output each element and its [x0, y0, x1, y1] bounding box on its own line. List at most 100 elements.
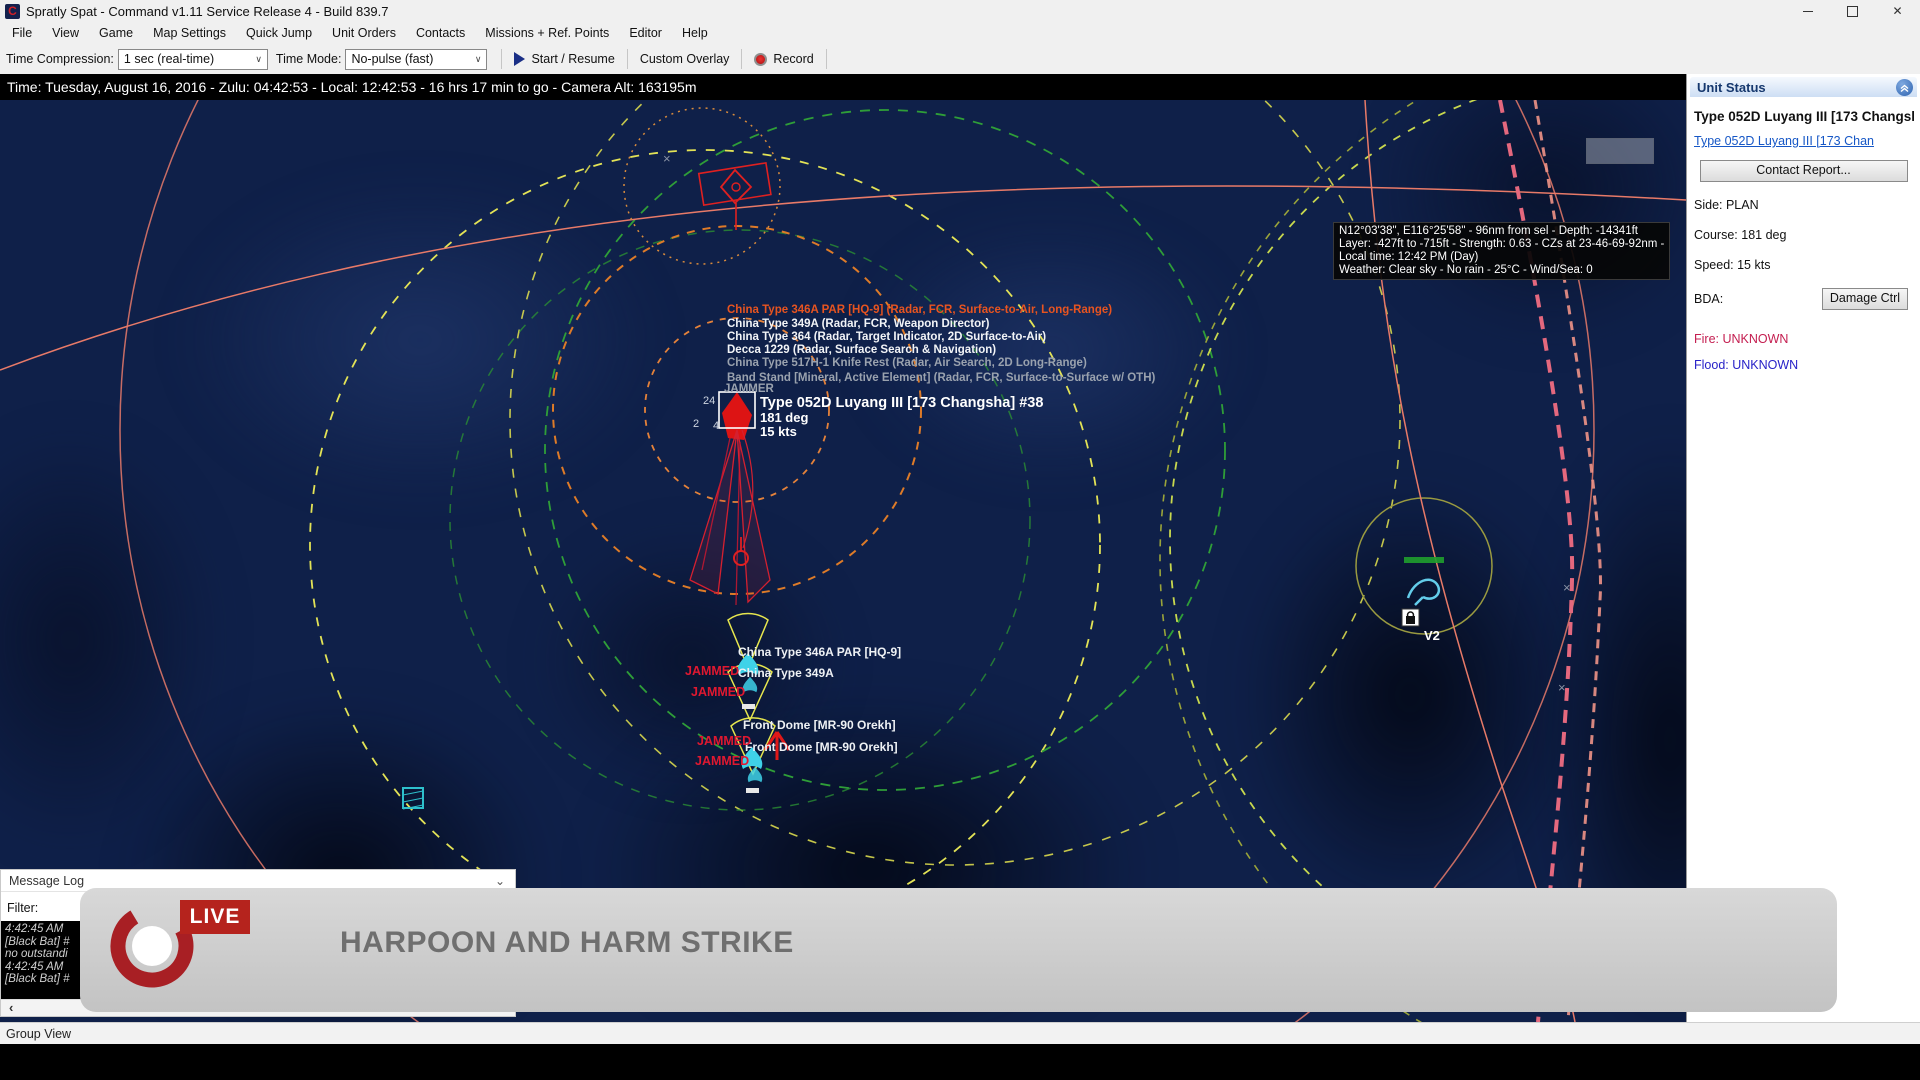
custom-overlay-label: Custom Overlay	[640, 52, 730, 66]
live-badge: LIVE	[180, 900, 250, 934]
log-entry: 4:42:45 AM	[5, 961, 83, 974]
unit-status-header[interactable]: Unit Status	[1690, 77, 1917, 97]
sensor-line: China Type 517H-1 Knife Rest (Radar, Air…	[727, 357, 1087, 369]
toolbar-separator	[826, 49, 827, 69]
menu-item-map-settings[interactable]: Map Settings	[143, 22, 236, 44]
menu-item-help[interactable]: Help	[672, 22, 718, 44]
map-overlay-artifact	[1586, 138, 1654, 164]
scroll-left-icon[interactable]: ‹	[9, 1001, 13, 1015]
tooltip-line: Layer: -427ft to -715ft - Strength: 0.63…	[1339, 238, 1664, 251]
window-controls: ✕	[1785, 0, 1920, 22]
toolbar-separator	[627, 49, 628, 69]
start-resume-button[interactable]: Start / Resume	[508, 52, 620, 66]
selected-unit-speed-label: 15 kts	[760, 424, 797, 439]
sensor-line: China Type 349A (Radar, FCR, Weapon Dire…	[727, 318, 990, 330]
menu-item-unit-orders[interactable]: Unit Orders	[322, 22, 406, 44]
reference-point-icon[interactable]	[1402, 609, 1419, 626]
close-button[interactable]: ✕	[1875, 0, 1920, 22]
menu-item-contacts[interactable]: Contacts	[406, 22, 475, 44]
hostile-contact-dot	[732, 183, 740, 191]
depth-mark: 2	[693, 418, 699, 430]
sensor-line: Band Stand [Mineral, Active Element] (Ra…	[727, 372, 1156, 384]
unit-title: Type 052D Luyang III [173 Changsh	[1694, 109, 1914, 124]
jammed-label: JAMMED	[691, 685, 745, 699]
chevron-down-icon: ∨	[467, 54, 482, 65]
flood-status: Flood: UNKNOWN	[1694, 358, 1920, 372]
log-entry: [Black Bat] #	[5, 936, 83, 949]
tooltip-line: Weather: Clear sky - No rain - 25°C - Wi…	[1339, 264, 1664, 277]
sensor-wedge-red	[690, 430, 737, 594]
menu-item-missions-ref-points[interactable]: Missions + Ref. Points	[475, 22, 619, 44]
time-status-bar: Time: Tuesday, August 16, 2016 - Zulu: 0…	[0, 74, 1686, 100]
menu-item-view[interactable]: View	[42, 22, 89, 44]
message-log-entries[interactable]: 4:42:45 AM [Black Bat] # no outstandi 4:…	[1, 921, 83, 1001]
unit-marker	[742, 704, 755, 709]
unit-database-link[interactable]: Type 052D Luyang III [173 Chan	[1694, 134, 1914, 148]
custom-overlay-button[interactable]: Custom Overlay	[634, 52, 736, 66]
sensor-line-jammer: JAMMER	[724, 383, 775, 395]
contact-range-ring	[624, 108, 780, 264]
time-mode-value: No-pulse (fast)	[351, 52, 433, 66]
time-status-text: Time: Tuesday, August 16, 2016 - Zulu: 0…	[7, 79, 697, 95]
chevron-down-icon[interactable]: ⌄	[495, 874, 505, 888]
menu-item-game[interactable]: Game	[89, 22, 143, 44]
time-compression-value: 1 sec (real-time)	[124, 52, 214, 66]
range-ring-olive-small	[1356, 498, 1492, 634]
range-ring-green	[450, 230, 1030, 810]
fire-status: Fire: UNKNOWN	[1694, 332, 1920, 346]
maximize-button[interactable]	[1830, 0, 1875, 22]
record-button[interactable]: Record	[748, 52, 819, 66]
sensor-wedge-red	[737, 430, 770, 602]
aircraft-track-icon[interactable]	[1408, 580, 1439, 605]
title-bar: C Spratly Spat - Command v1.11 Service R…	[0, 0, 1920, 22]
menu-item-file[interactable]: File	[2, 22, 42, 44]
contact-report-button[interactable]: Contact Report...	[1700, 160, 1908, 182]
close-icon: ✕	[1892, 4, 1902, 18]
record-label: Record	[773, 52, 813, 66]
sensor-line: China Type 364 (Radar, Target Indicator,…	[727, 331, 1046, 343]
live-news-banner: LIVE HARPOON AND HARM STRIKE	[80, 888, 1837, 1012]
nav-cross-mark: ×	[1563, 580, 1571, 595]
depth-mark: 4	[713, 420, 719, 432]
menu-item-quick-jump[interactable]: Quick Jump	[236, 22, 322, 44]
unit-speed-row: Speed: 15 kts	[1694, 258, 1920, 272]
ship-sensor-label: Front Dome [MR-90 Orekh]	[743, 718, 896, 732]
selected-unit-course-label: 181 deg	[760, 410, 808, 425]
jammed-label: JAMMED	[697, 734, 751, 748]
minimize-button[interactable]	[1785, 0, 1830, 22]
damage-ctrl-button[interactable]: Damage Ctrl	[1822, 288, 1908, 310]
unit-side-row: Side: PLAN	[1694, 198, 1920, 212]
log-entry: 4:42:45 AM	[5, 923, 83, 936]
group-view-label: Group View	[6, 1027, 71, 1041]
minimize-icon	[1803, 11, 1813, 12]
start-resume-label: Start / Resume	[531, 52, 614, 66]
bda-label: BDA:	[1694, 292, 1723, 306]
collapse-panel-icon[interactable]	[1896, 79, 1913, 96]
play-icon	[514, 52, 525, 66]
time-mode-select[interactable]: No-pulse (fast) ∨	[345, 49, 487, 70]
sensor-line: Decca 1229 (Radar, Surface Search & Navi…	[727, 344, 996, 356]
minefield-marker	[403, 788, 423, 809]
window-title: Spratly Spat - Command v1.11 Service Rel…	[26, 4, 389, 19]
ship-sensor-label: China Type 346A PAR [HQ-9]	[738, 645, 901, 659]
range-ring-green	[545, 110, 1225, 790]
depth-mark: 24	[703, 395, 715, 407]
jammed-label: JAMMED	[695, 754, 749, 768]
sensor-line-highlight: China Type 346A PAR [HQ-9] (Radar, FCR, …	[727, 304, 1112, 316]
time-compression-select[interactable]: 1 sec (real-time) ∨	[118, 49, 268, 70]
chevron-down-icon: ∨	[247, 54, 262, 65]
menu-item-editor[interactable]: Editor	[619, 22, 672, 44]
record-icon	[754, 53, 767, 66]
unit-course-row: Course: 181 deg	[1694, 228, 1920, 242]
nav-cross-mark: ×	[1558, 680, 1566, 695]
unit-status-panel: Unit Status Type 052D Luyang III [173 Ch…	[1686, 74, 1920, 1022]
unit-marker	[746, 788, 759, 793]
toolbar-separator	[501, 49, 502, 69]
nav-cross-mark: ×	[663, 151, 671, 166]
news-headline: HARPOON AND HARM STRIKE	[340, 926, 794, 960]
time-compression-label: Time Compression:	[6, 52, 114, 66]
toolbar: Time Compression: 1 sec (real-time) ∨ Ti…	[0, 44, 1920, 74]
app-icon: C	[5, 4, 20, 19]
message-log-title: Message Log	[9, 874, 84, 888]
maximize-icon	[1847, 6, 1858, 17]
